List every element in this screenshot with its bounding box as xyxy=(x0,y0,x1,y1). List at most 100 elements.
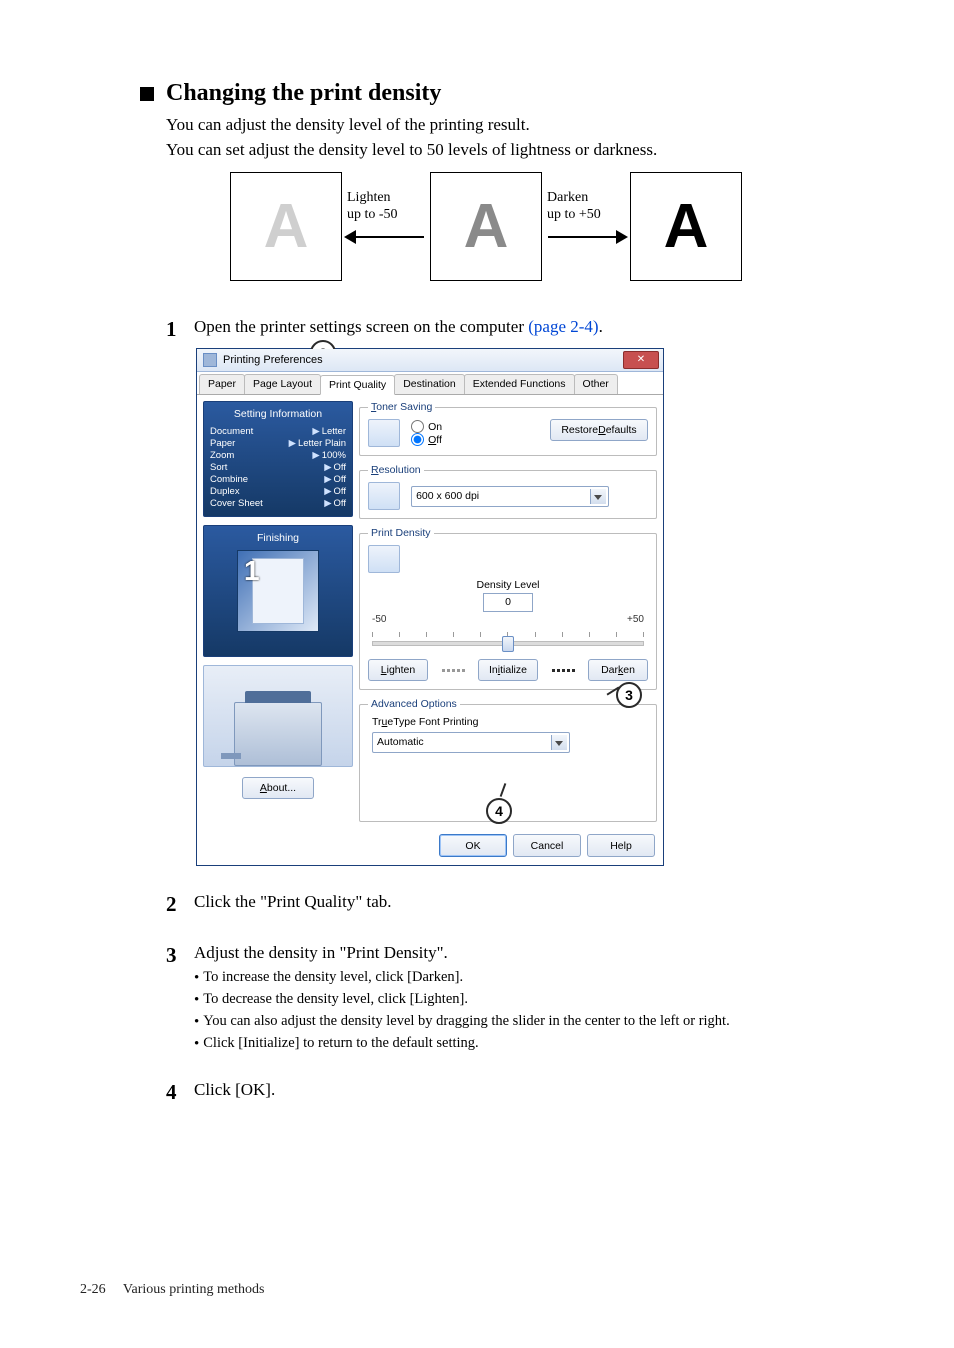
lighten-button[interactable]: Lighten xyxy=(368,659,428,681)
si-zoom-v: 100% xyxy=(322,450,346,461)
arrow-left-head-icon xyxy=(344,230,356,244)
si-sort-l: Sort xyxy=(210,462,227,473)
setting-information-panel: Setting Information Document▶Letter Pape… xyxy=(203,401,353,517)
page-footer: 2-26 Various printing methods xyxy=(80,1282,264,1298)
resolution-dropdown[interactable]: 600 x 600 dpi xyxy=(411,486,609,507)
heading-bullet-icon xyxy=(140,87,154,101)
a-light-icon: A xyxy=(264,196,309,258)
step-2-number: 2 xyxy=(166,892,194,917)
tab-destination[interactable]: Destination xyxy=(394,374,465,394)
about-button[interactable]: About... xyxy=(242,777,314,799)
toner-saving-legend: Toner Saving xyxy=(368,401,435,413)
print-density-legend: Print Density xyxy=(368,527,434,539)
about-label: bout... xyxy=(267,782,296,794)
initialize-button[interactable]: Initialize xyxy=(478,659,538,681)
diagram-darken-arrow: Darken up to +50 xyxy=(542,172,630,281)
density-icon xyxy=(368,545,400,573)
darken-button[interactable]: Darken xyxy=(588,659,648,681)
tab-bar: Paper Page Layout Print Quality Destinat… xyxy=(197,372,663,395)
tab-page-layout[interactable]: Page Layout xyxy=(244,374,321,394)
step-1-text: Open the printer settings screen on the … xyxy=(194,317,528,336)
restore-defaults-button[interactable]: Restore Defaults xyxy=(550,419,648,441)
finishing-panel: Finishing 1 xyxy=(203,525,353,657)
darken-label1: Darken xyxy=(547,190,588,205)
step-3-bullet-1: To increase the density level, click [Da… xyxy=(194,967,894,989)
density-label: Density Level xyxy=(368,579,648,591)
si-combine-v: Off xyxy=(334,474,347,485)
toner-saving-group: Toner Saving Restore Defaults On Off xyxy=(359,401,657,456)
si-paper-l: Paper xyxy=(210,438,235,449)
tab-other[interactable]: Other xyxy=(574,374,618,394)
density-slider[interactable] xyxy=(372,627,644,655)
diagram-box-mid: A xyxy=(430,172,542,281)
a-dark-icon: A xyxy=(664,196,709,258)
callout-4-num: 4 xyxy=(495,803,503,819)
arrow-left-icon xyxy=(348,236,424,238)
truetype-dropdown[interactable]: Automatic xyxy=(372,732,570,753)
step-3-bullet-4: Click [Initialize] to return to the defa… xyxy=(194,1033,894,1055)
si-sort-v: Off xyxy=(334,462,347,473)
step-1-end: . xyxy=(599,317,603,336)
toner-on-radio[interactable] xyxy=(411,420,424,433)
step-3-bullet-3: You can also adjust the density level by… xyxy=(194,1011,894,1033)
step-4-text: Click [OK]. xyxy=(194,1080,894,1105)
si-doc-l: Document xyxy=(210,426,253,437)
page-number: 2-26 xyxy=(80,1282,106,1297)
si-zoom-l: Zoom xyxy=(210,450,234,461)
lighten-label1: Lighten xyxy=(347,190,391,205)
density-value-field[interactable]: 0 xyxy=(483,593,533,612)
si-duplex-v: Off xyxy=(334,486,347,497)
tab-extended-functions[interactable]: Extended Functions xyxy=(464,374,575,394)
close-button[interactable]: ✕ xyxy=(623,351,659,369)
resolution-group: Resolution 600 x 600 dpi xyxy=(359,464,657,519)
intro-line1: You can adjust the density level of the … xyxy=(166,113,894,138)
intro-line2: You can set adjust the density level to … xyxy=(166,138,894,163)
toner-off-radio[interactable] xyxy=(411,433,424,446)
printing-preferences-dialog: Printing Preferences ✕ Paper Page Layout… xyxy=(196,348,664,866)
arrow-right-head-icon xyxy=(616,230,628,244)
print-density-group: Print Density Density Level 0 -50 +50 xyxy=(359,527,657,690)
help-button[interactable]: Help xyxy=(587,834,655,857)
resolution-legend: Resolution xyxy=(368,464,424,476)
step-1-number: 1 xyxy=(166,317,194,342)
toner-off-label: Off xyxy=(428,434,442,446)
cancel-button[interactable]: Cancel xyxy=(513,834,581,857)
density-max: +50 xyxy=(627,614,644,625)
page-footer-text: Various printing methods xyxy=(123,1282,265,1297)
diagram-lighten-arrow: Lighten up to -50 xyxy=(342,172,430,281)
finishing-marker: 1 xyxy=(244,555,260,587)
dots-light-icon xyxy=(442,669,465,672)
setting-info-title: Setting Information xyxy=(210,408,346,420)
tab-paper[interactable]: Paper xyxy=(199,374,245,394)
intro-text: You can adjust the density level of the … xyxy=(166,113,894,162)
finishing-title: Finishing xyxy=(257,532,299,544)
device-illustration-icon xyxy=(203,665,353,767)
si-cover-l: Cover Sheet xyxy=(210,498,263,509)
lighten-label2: up to -50 xyxy=(347,207,398,222)
toner-on-label: On xyxy=(428,421,442,433)
si-paper-v: Letter Plain xyxy=(298,438,346,449)
diagram-box-dark: A xyxy=(630,172,742,281)
ok-button[interactable]: OK xyxy=(439,834,507,857)
diagram-box-light: A xyxy=(230,172,342,281)
tab-print-quality[interactable]: Print Quality xyxy=(320,375,395,395)
resolution-icon xyxy=(368,482,400,510)
slider-thumb-icon[interactable] xyxy=(502,636,514,652)
si-cover-v: Off xyxy=(334,498,347,509)
a-mid-icon: A xyxy=(464,196,509,258)
arrow-right-icon xyxy=(548,236,624,238)
si-duplex-l: Duplex xyxy=(210,486,240,497)
darken-label2: up to +50 xyxy=(547,207,601,222)
toner-icon xyxy=(368,419,400,447)
step-4-number: 4 xyxy=(166,1080,194,1105)
si-combine-l: Combine xyxy=(210,474,248,485)
step-3-bullet-2: To decrease the density level, click [Li… xyxy=(194,989,894,1011)
step-2-text: Click the "Print Quality" tab. xyxy=(194,892,894,917)
close-icon: ✕ xyxy=(637,355,645,365)
dialog-app-icon xyxy=(203,353,217,367)
step-3-number: 3 xyxy=(166,943,194,1054)
step-1-link[interactable]: (page 2-4) xyxy=(528,317,598,336)
advanced-legend: Advanced Options xyxy=(368,698,460,710)
callout-3-num: 3 xyxy=(625,687,633,703)
dialog-title-bar[interactable]: Printing Preferences ✕ xyxy=(197,349,663,372)
